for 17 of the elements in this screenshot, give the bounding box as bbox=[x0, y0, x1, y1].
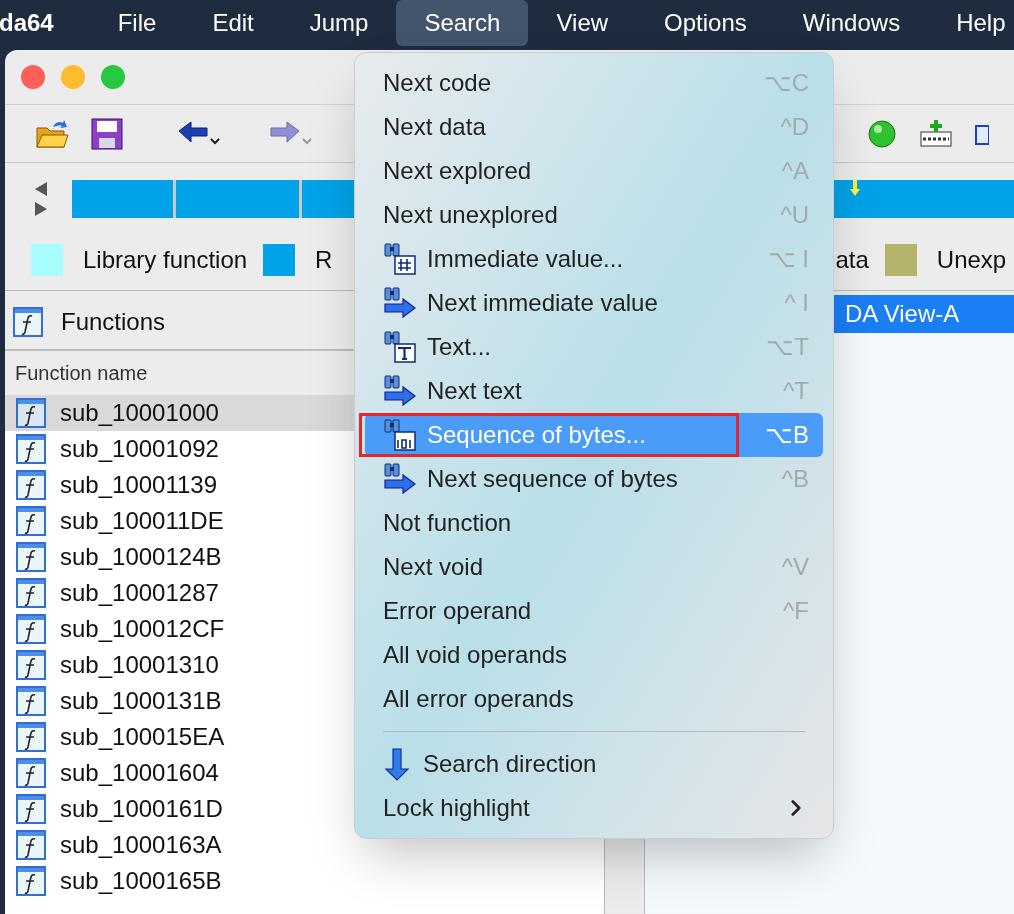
shortcut-label: ^ I bbox=[784, 288, 809, 318]
shortcut-label: ⌥B bbox=[765, 420, 809, 450]
legend-label: Library function bbox=[83, 244, 248, 275]
shortcut-label: ^V bbox=[781, 552, 809, 582]
shortcut-label: ^A bbox=[781, 156, 809, 186]
shortcut-label: ^U bbox=[780, 200, 809, 230]
legend-label: Unexp bbox=[936, 244, 1007, 275]
shortcut-label: ⌥ I bbox=[767, 244, 809, 274]
shortcut-label: ⌥C bbox=[763, 68, 809, 98]
shortcut-label: ^F bbox=[783, 596, 809, 626]
shortcut-label: ^D bbox=[780, 112, 809, 142]
shortcut-label: ^T bbox=[783, 376, 809, 406]
shortcut-label: ⌥T bbox=[766, 332, 809, 362]
panel-title: Functions bbox=[61, 307, 166, 337]
shortcut-label: ^B bbox=[781, 464, 809, 494]
legend-label: R bbox=[315, 244, 333, 275]
legend-label: ata bbox=[835, 244, 869, 275]
